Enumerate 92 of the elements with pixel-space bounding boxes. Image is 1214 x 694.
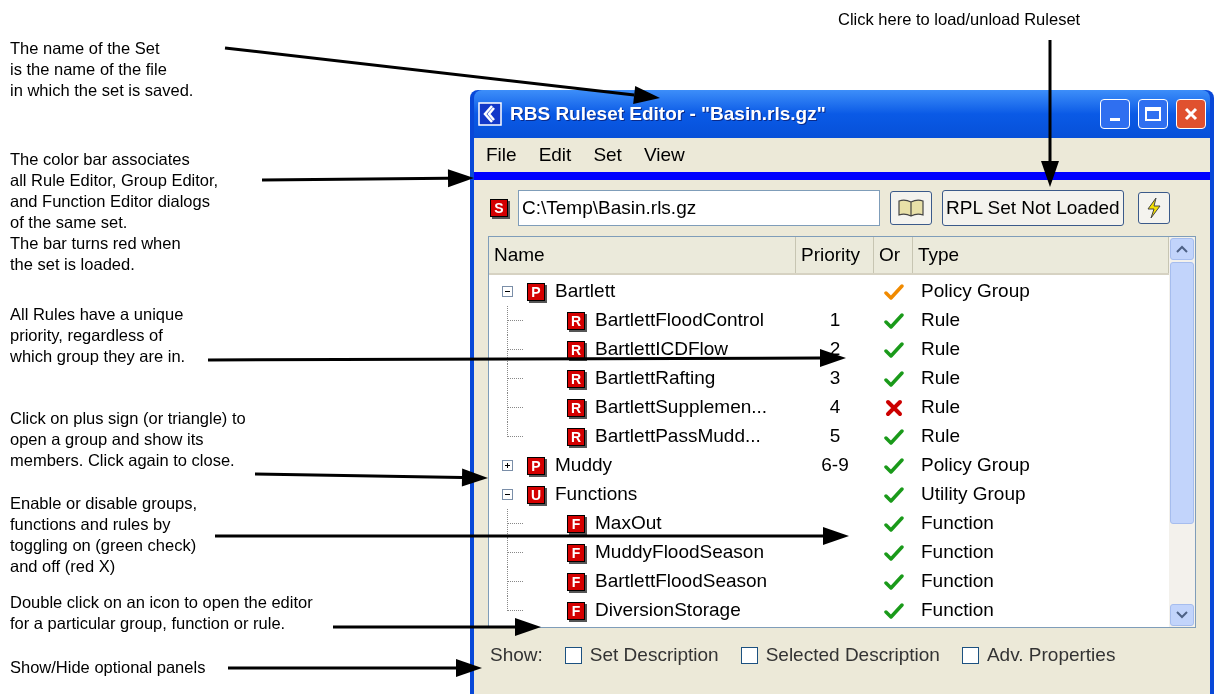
annotation-text: Double click on an icon to open the editor for a particular group, function or rule. [10,592,313,634]
type-text: Function [921,570,994,592]
run-button[interactable] [1137,192,1170,224]
annotation-text: The color bar associates all Rule Editor, Group Editor, and Function Editor dialogs of the same set. The bar turns red when the set is loaded. [10,149,219,275]
annotation-text: The name of the Set is the name of the file in which the set is saved. [10,38,194,101]
item-type-icon[interactable]: F [567,514,585,533]
type-text: Rule [921,425,961,447]
item-name[interactable]: BartlettFloodSeason [595,567,768,596]
close-button[interactable] [1176,99,1206,129]
item-type-icon[interactable]: P [527,456,545,475]
annotation-text: All Rules have a unique priority, regardless of which group they are in. [10,304,186,367]
priority-text: 6-9 [821,454,849,476]
item-name[interactable]: MuddyFloodSeason [595,538,764,567]
annotation-text: Show/Hide optional panels [10,657,206,678]
item-type-icon[interactable]: R [567,311,585,330]
item-type-icon[interactable]: F [567,601,585,620]
expand-icon[interactable] [502,460,513,471]
type-text: Function [921,599,994,621]
item-name[interactable]: Bartlett [555,277,616,306]
item-name[interactable]: Muddy [555,451,613,480]
item-type-icon[interactable]: F [567,572,585,591]
minimize-button[interactable] [1100,99,1130,129]
annotation-text: Enable or disable groups, functions and rules by toggling on (green check) and off (red X) [10,493,198,577]
item-type-icon[interactable]: R [567,340,585,359]
check-icon[interactable] [883,340,904,359]
check-icon[interactable] [883,456,904,475]
item-type-icon[interactable]: U [527,485,545,504]
priority-text: 4 [829,396,841,418]
type-text: Rule [921,309,961,331]
close-icon [1183,106,1199,122]
check-icon[interactable] [883,311,904,330]
column-header[interactable]: Or [874,237,913,273]
cross-icon[interactable] [884,398,903,417]
path-field[interactable]: C:\Temp\Basin.rls.gz [518,190,880,226]
item-name[interactable]: MaxOut [595,509,662,538]
menu-item[interactable]: View [643,140,685,170]
item-type-icon[interactable]: R [567,369,585,388]
column-header[interactable]: Name [489,237,796,273]
item-name[interactable]: BartlettSupplemen... [595,393,768,422]
load-button[interactable]: RPL Set Not Loaded [942,190,1124,226]
priority-text: 1 [829,309,841,331]
check-icon[interactable] [883,514,904,533]
annotation-text: Click here to load/unload Ruleset [838,9,1081,30]
column-header[interactable]: Priority [796,237,874,273]
type-text: Rule [921,367,961,389]
checkbox-label[interactable]: Adv. Properties [986,640,1116,670]
checkbox[interactable] [564,646,582,664]
check-icon[interactable] [883,572,904,591]
item-type-icon[interactable]: R [567,398,585,417]
checkbox-label[interactable]: Set Description [589,640,719,670]
checkbox[interactable] [961,646,979,664]
lightning-icon [1145,197,1162,219]
item-name[interactable]: Functions [555,480,638,509]
check-icon[interactable] [883,282,904,301]
check-icon[interactable] [883,485,904,504]
scrollbar[interactable] [1169,237,1195,627]
browse-button[interactable] [890,191,932,225]
item-name[interactable]: DiversionStorage [595,596,741,625]
item-type-icon[interactable]: R [567,427,585,446]
menu-item[interactable]: Edit [538,140,572,170]
checkbox[interactable] [740,646,758,664]
item-name[interactable]: BartlettICDFlow [595,335,729,364]
priority-text: 5 [829,425,841,447]
menu-item[interactable]: Set [593,140,622,170]
type-text: Policy Group [921,454,1030,476]
item-name[interactable]: BartlettPassMudd... [595,422,761,451]
window-title: RBS Ruleset Editor - "Basin.rls.gz" [510,101,826,126]
item-name[interactable]: BartlettRafting [595,364,716,393]
check-icon[interactable] [883,543,904,562]
annotation-text: Click on plus sign (or triangle) to open a group and show its members. Click again to close. [10,408,246,471]
type-text: Function [921,541,994,563]
item-type-icon[interactable]: F [567,543,585,562]
priority-text: 3 [829,367,841,389]
type-text: Rule [921,338,961,360]
type-text: Function [921,512,994,534]
set-icon: S [490,199,508,217]
check-icon[interactable] [883,369,904,388]
type-text: Utility Group [921,483,1026,505]
collapse-icon[interactable] [502,489,513,500]
item-type-icon[interactable]: P [527,282,545,301]
type-text: Rule [921,396,961,418]
item-name[interactable]: BartlettFloodControl [595,306,764,335]
collapse-icon[interactable] [502,286,513,297]
check-icon[interactable] [883,601,904,620]
type-text: Policy Group [921,280,1030,302]
app-icon [478,102,502,126]
book-icon [897,199,925,217]
show-label: Show: [490,642,543,667]
check-icon[interactable] [883,427,904,446]
menu-item[interactable]: File [486,140,517,170]
maximize-button[interactable] [1138,99,1168,129]
checkbox-label[interactable]: Selected Description [765,640,940,670]
